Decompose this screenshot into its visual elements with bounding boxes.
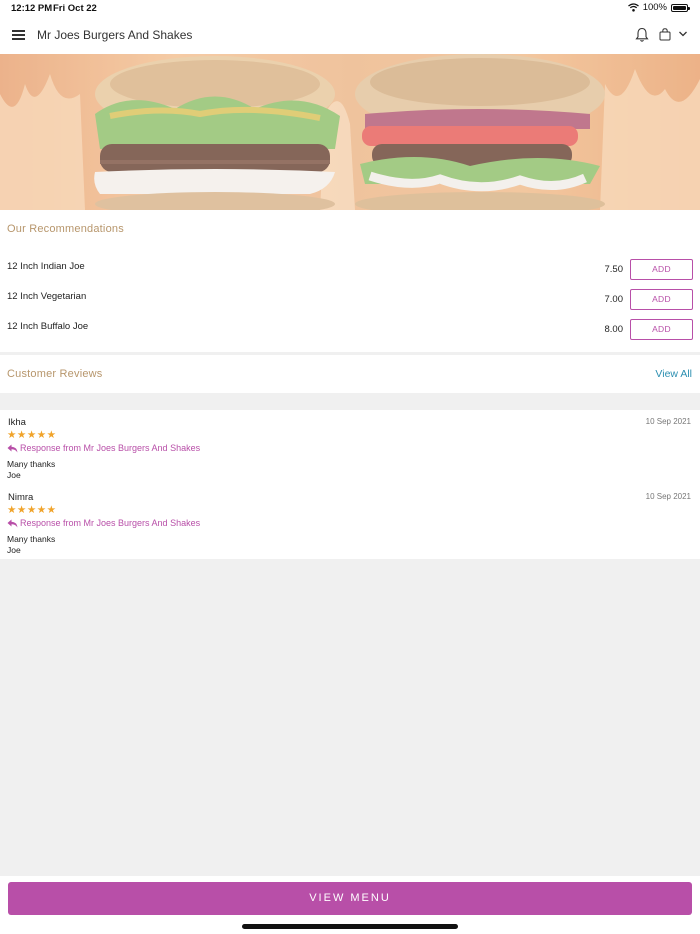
list-item: 12 Inch Vegetarian 7.00 ADD bbox=[0, 289, 700, 311]
hero-banner bbox=[0, 54, 700, 210]
add-button[interactable]: ADD bbox=[630, 319, 693, 340]
battery-percent: 100% bbox=[642, 2, 667, 13]
status-right: 100% bbox=[627, 2, 690, 13]
app-header: Mr Joes Burgers And Shakes bbox=[0, 17, 700, 54]
list-item: 12 Inch Buffalo Joe 8.00 ADD bbox=[0, 319, 700, 341]
star-rating: ★★★★★ bbox=[7, 429, 57, 441]
burger-image bbox=[0, 54, 700, 210]
reviewer-name: Ikha bbox=[8, 417, 26, 428]
reviews-list: Ikha 10 Sep 2021 ★★★★★ Response from Mr … bbox=[0, 410, 700, 559]
response-label: Response from Mr Joes Burgers And Shakes bbox=[20, 443, 201, 453]
item-price: 7.00 bbox=[604, 294, 624, 305]
wifi-icon bbox=[627, 3, 639, 12]
response-signature: Joe bbox=[7, 545, 21, 555]
response-link[interactable]: Response from Mr Joes Burgers And Shakes bbox=[7, 443, 200, 453]
home-indicator bbox=[242, 924, 458, 929]
reply-icon bbox=[7, 444, 18, 452]
bag-icon[interactable] bbox=[659, 28, 671, 41]
bell-icon[interactable] bbox=[635, 27, 649, 43]
status-date: Fri Oct 22 bbox=[53, 3, 97, 14]
battery-icon bbox=[671, 3, 690, 12]
item-price: 8.00 bbox=[604, 324, 624, 335]
list-item: 12 Inch Indian Joe 7.50 ADD bbox=[0, 259, 700, 281]
review-item: Ikha 10 Sep 2021 ★★★★★ Response from Mr … bbox=[0, 410, 700, 480]
view-menu-button[interactable]: VIEW MENU bbox=[8, 882, 692, 915]
response-message: Many thanks bbox=[7, 459, 56, 469]
response-link[interactable]: Response from Mr Joes Burgers And Shakes bbox=[7, 518, 200, 528]
response-label: Response from Mr Joes Burgers And Shakes bbox=[20, 518, 201, 528]
response-message: Many thanks bbox=[7, 534, 56, 544]
page-title: Mr Joes Burgers And Shakes bbox=[37, 28, 193, 42]
star-rating: ★★★★★ bbox=[7, 504, 57, 516]
reply-icon bbox=[7, 519, 18, 527]
chevron-down-icon[interactable] bbox=[678, 30, 688, 38]
bottom-bar: VIEW MENU bbox=[0, 876, 700, 934]
reviews-header: Customer Reviews View All bbox=[0, 355, 700, 393]
recommendations-title: Our Recommendations bbox=[7, 223, 124, 235]
item-name: 12 Inch Buffalo Joe bbox=[7, 321, 89, 332]
item-price: 7.50 bbox=[604, 264, 624, 275]
review-item: Nimra 10 Sep 2021 ★★★★★ Response from Mr… bbox=[0, 485, 700, 555]
view-all-link[interactable]: View All bbox=[655, 368, 692, 380]
status-time: 12:12 PM bbox=[11, 3, 53, 14]
menu-icon[interactable] bbox=[12, 30, 25, 40]
response-signature: Joe bbox=[7, 470, 21, 480]
review-date: 10 Sep 2021 bbox=[645, 492, 691, 501]
recommendations-section: Our Recommendations 12 Inch Indian Joe 7… bbox=[0, 210, 700, 352]
item-name: 12 Inch Vegetarian bbox=[7, 291, 87, 302]
add-button[interactable]: ADD bbox=[630, 289, 693, 310]
item-name: 12 Inch Indian Joe bbox=[7, 261, 85, 272]
status-bar: 12:12 PM Fri Oct 22 100% bbox=[0, 0, 700, 17]
add-button[interactable]: ADD bbox=[630, 259, 693, 280]
review-date: 10 Sep 2021 bbox=[645, 417, 691, 426]
reviews-title: Customer Reviews bbox=[7, 368, 103, 380]
reviewer-name: Nimra bbox=[8, 492, 34, 503]
